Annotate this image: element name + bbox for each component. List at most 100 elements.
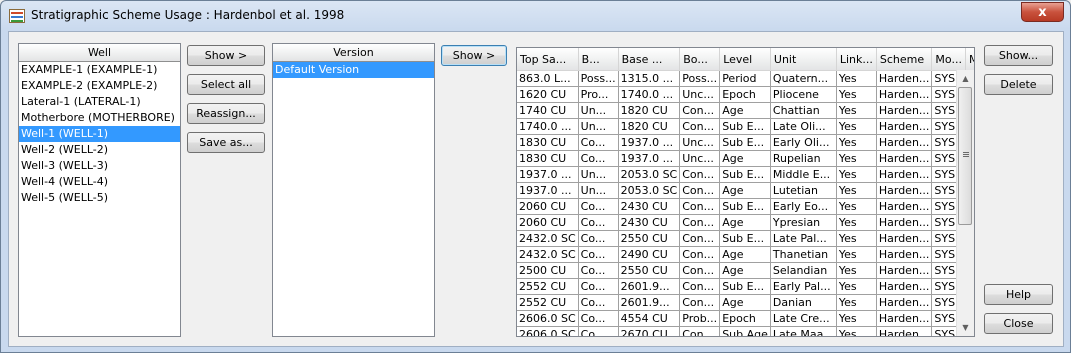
table-cell: Yes — [836, 150, 877, 167]
version-list-header[interactable]: Version — [273, 44, 434, 62]
column-header[interactable]: Unit — [770, 48, 837, 71]
column-header[interactable]: Top Sa... — [517, 48, 579, 71]
table-cell: Co... — [578, 278, 619, 295]
well-list-item[interactable]: Motherbore (MOTHERBORE) — [19, 110, 180, 126]
dialog-window: Stratigraphic Scheme Usage : Hardenbol e… — [0, 0, 1071, 353]
table-row[interactable]: 2552 CU Co... 2601.9... Con... Age Danian Yes H… — [517, 294, 974, 311]
close-button[interactable]: Close — [984, 313, 1053, 334]
table-cell: 2430 CU — [618, 198, 681, 215]
well-list-item[interactable]: Well-4 (WELL-4) — [19, 174, 180, 190]
table-row[interactable]: 1620 CU Pro... 1740.0 ... Unc... Epoch Plioce… — [517, 86, 974, 103]
version-list-item[interactable]: Default Version — [273, 62, 434, 78]
select-all-button[interactable]: Select all — [187, 74, 265, 95]
table-cell: 1620 CU — [517, 86, 579, 103]
column-header[interactable]: Bo... — [679, 48, 721, 71]
table-cell: Middle E... — [770, 166, 837, 183]
table-cell: Yes — [836, 134, 877, 151]
show-details-button[interactable]: Show... — [984, 45, 1053, 66]
table-cell: Unc... — [679, 134, 721, 151]
scheme-usage-grid[interactable]: Top Sa... B... Base ... Bo... Level Unit Link.… — [516, 47, 975, 337]
table-row[interactable]: 1830 CU Co... 1937.0 ... Unc... Age Rupelian Y… — [517, 150, 974, 167]
column-header[interactable]: Scheme — [876, 48, 933, 71]
well-list-item[interactable]: Well-1 (WELL-1) — [19, 126, 180, 142]
table-cell: Un... — [578, 102, 619, 119]
show-wells-button[interactable]: Show > — [187, 45, 265, 66]
table-cell: Yes — [836, 86, 877, 103]
table-cell: Prob... — [679, 310, 721, 327]
table-cell: Con... — [679, 118, 721, 135]
table-cell: 1820 CU — [618, 102, 681, 119]
table-row[interactable]: 2500 CU Co... 2550 CU Con... Age Selandian Yes… — [517, 262, 974, 279]
well-list-item[interactable]: Well-2 (WELL-2) — [19, 142, 180, 158]
table-cell: Yes — [836, 310, 877, 327]
table-cell: Harden... — [876, 166, 933, 183]
table-cell: Harden... — [876, 230, 933, 247]
table-row[interactable]: 2606.0 SC Co... 2670 CU Con... Sub Age Late M… — [517, 326, 974, 336]
table-row[interactable]: 1937.0 ... Un... 2053.0 SC Con... Age Lutetia… — [517, 182, 974, 199]
delete-button[interactable]: Delete — [984, 74, 1053, 95]
close-icon[interactable]: x — [1021, 2, 1064, 22]
column-header[interactable]: Level — [719, 48, 771, 71]
table-cell: Co... — [578, 150, 619, 167]
table-cell: Con... — [679, 230, 721, 247]
table-cell: Quatern... — [770, 70, 837, 87]
table-cell: Con... — [679, 182, 721, 199]
column-header[interactable]: B... — [578, 48, 619, 71]
table-cell: 2060 CU — [517, 198, 579, 215]
table-cell: Yes — [836, 198, 877, 215]
table-row[interactable]: 1740.0 ... Un... 1820 CU Con... Sub E... Late… — [517, 118, 974, 135]
reassign-button[interactable]: Reassign... — [187, 103, 265, 124]
column-header[interactable]: Base ... — [618, 48, 681, 71]
table-cell: 2552 CU — [517, 278, 579, 295]
table-cell: 1937.0 ... — [618, 150, 681, 167]
column-header[interactable]: M... — [965, 48, 974, 71]
save-as-button[interactable]: Save as... — [187, 132, 265, 153]
help-button[interactable]: Help — [984, 284, 1053, 305]
well-list-item[interactable]: Well-3 (WELL-3) — [19, 158, 180, 174]
grid-vertical-scrollbar[interactable]: ▲ ▼ — [956, 70, 974, 336]
table-cell: Harden... — [876, 102, 933, 119]
well-list-item[interactable]: EXAMPLE-1 (EXAMPLE-1) — [19, 62, 180, 78]
table-row[interactable]: 2060 CU Co... 2430 CU Con... Sub E... Early E… — [517, 198, 974, 215]
table-cell: Selandian — [770, 262, 837, 279]
table-cell: Harden... — [876, 310, 933, 327]
table-row[interactable]: 2432.0 SC Co... 2490 CU Con... Age Thanetian Y… — [517, 246, 974, 263]
well-list-header[interactable]: Well — [19, 44, 180, 62]
table-cell: Late Maa... — [770, 326, 837, 336]
well-list-item[interactable]: Lateral-1 (LATERAL-1) — [19, 94, 180, 110]
well-list-item[interactable]: Well-5 (WELL-5) — [19, 190, 180, 206]
table-row[interactable]: 1740 CU Un... 1820 CU Con... Age Chattian Yes H… — [517, 102, 974, 119]
grid-table: Top Sa... B... Base ... Bo... Level Unit Link.… — [517, 48, 974, 336]
table-cell: Poss... — [679, 70, 721, 87]
table-cell: 2432.0 SC — [517, 246, 579, 263]
table-cell: Yes — [836, 118, 877, 135]
table-row[interactable]: 1937.0 ... Un... 2053.0 SC Con... Sub E... Mi… — [517, 166, 974, 183]
table-cell: Un... — [578, 166, 619, 183]
table-cell: 1820 CU — [618, 118, 681, 135]
table-cell: Con... — [679, 198, 721, 215]
well-list-item[interactable]: EXAMPLE-2 (EXAMPLE-2) — [19, 78, 180, 94]
table-cell: Co... — [578, 262, 619, 279]
scroll-thumb[interactable] — [958, 87, 972, 225]
table-row[interactable]: 1830 CU Co... 1937.0 ... Unc... Sub E... Earl… — [517, 134, 974, 151]
scroll-up-icon[interactable]: ▲ — [957, 70, 974, 87]
table-cell: Sub E... — [719, 166, 771, 183]
table-cell: Ypresian — [770, 214, 837, 231]
table-cell: Un... — [578, 182, 619, 199]
column-header[interactable]: Link... — [836, 48, 877, 71]
table-row[interactable]: 2552 CU Co... 2601.9... Con... Sub E... Early… — [517, 278, 974, 295]
version-list[interactable]: Version Default Version — [272, 43, 435, 337]
column-header[interactable]: Mo... — [931, 48, 966, 71]
well-list[interactable]: Well EXAMPLE-1 (EXAMPLE-1) EXAMPLE-2 (EXA… — [18, 43, 181, 337]
table-row[interactable]: 863.0 L... Poss... 1315.0 ... Poss... Period… — [517, 70, 974, 87]
table-cell: 1830 CU — [517, 150, 579, 167]
table-row[interactable]: 2060 CU Co... 2430 CU Con... Age Ypresian Yes H… — [517, 214, 974, 231]
table-row[interactable]: 2432.0 SC Co... 2550 CU Con... Sub E... Late … — [517, 230, 974, 247]
table-cell: Co... — [578, 326, 619, 336]
table-cell: Con... — [679, 326, 721, 336]
show-versions-button[interactable]: Show > — [441, 45, 507, 66]
scroll-down-icon[interactable]: ▼ — [957, 319, 974, 336]
table-cell: Co... — [578, 246, 619, 263]
table-row[interactable]: 2606.0 SC Co... 4554 CU Prob... Epoch Late Cr… — [517, 310, 974, 327]
table-cell: Early Eo... — [770, 198, 837, 215]
